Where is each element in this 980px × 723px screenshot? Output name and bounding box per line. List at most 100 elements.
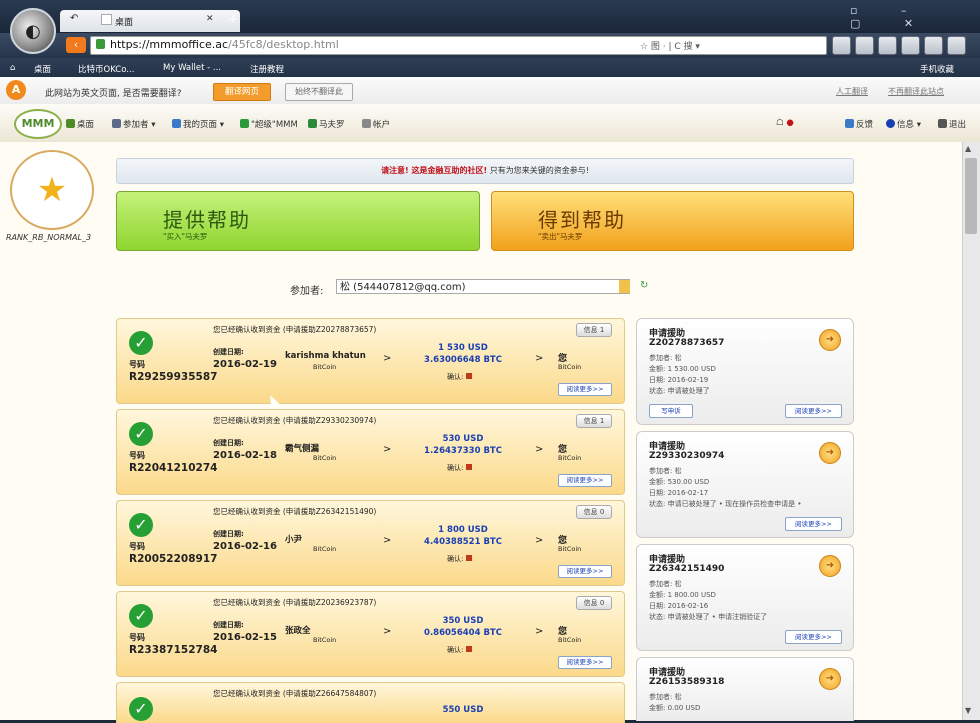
menu-item-mavro[interactable]: 马夫罗 (308, 118, 345, 130)
confirm-status: 确认: (447, 554, 473, 564)
amount-btc: 4.40388521 BTC (424, 537, 502, 547)
menu-icon (240, 119, 249, 128)
arrow-right-icon[interactable]: ➜ (819, 668, 841, 690)
menu-item-super-mmm[interactable]: "超级"MMM (240, 118, 298, 130)
sender-method: BitCoin (313, 545, 337, 553)
menu-item-account[interactable]: 帐户 (362, 118, 390, 130)
menu-item-logout[interactable]: 退出 (938, 118, 966, 130)
browser-logo-icon[interactable]: ◐ (10, 8, 56, 54)
arrow-right-icon[interactable]: ➜ (819, 442, 841, 464)
never-translate-site-link[interactable]: 不再翻译此站点 (888, 86, 944, 97)
read-more-button[interactable]: 阅读更多>> (558, 656, 612, 669)
read-more-button[interactable]: 阅读更多>> (785, 630, 842, 644)
mmm-logo[interactable]: MMM (14, 109, 62, 139)
translate-button[interactable]: 翻译网页 (213, 83, 271, 101)
amount-btc: 1.26437330 BTC (424, 446, 502, 456)
back-button[interactable]: ‹ (66, 37, 86, 53)
home-icon[interactable]: ⌂ (10, 63, 15, 73)
scroll-up-icon[interactable]: ▲ (965, 144, 971, 153)
tab-back-icon[interactable]: ↶ (70, 13, 78, 24)
window-controls[interactable]: ▫ – ▢ ✕ (850, 4, 980, 30)
arrow-right-icon: > (383, 353, 392, 364)
recipient-method: BitCoin (558, 363, 582, 371)
menu-item-info[interactable]: 信息 ▾ (886, 118, 921, 130)
notifications-icon[interactable]: ☖ ● (776, 118, 794, 128)
arrow-right-icon[interactable]: ➜ (819, 555, 841, 577)
never-translate-button[interactable]: 始终不翻译此 (285, 83, 353, 101)
read-more-button[interactable]: 阅读更多>> (558, 383, 612, 396)
notice-info-icon: A (6, 80, 26, 100)
new-tab-icon[interactable]: + (228, 12, 238, 26)
card-title: 您已经确认收到资金 (申请援助Z26647584807) (213, 689, 377, 698)
bookmark-item[interactable]: 注册教程 (250, 63, 284, 75)
scrollbar-thumb[interactable] (965, 158, 977, 234)
check-icon: ✓ (129, 422, 153, 446)
menu-item-participants[interactable]: 参加者 ▾ (112, 118, 155, 130)
menu-item-desktop[interactable]: 桌面 (66, 118, 94, 130)
url-text[interactable]: https://mmmoffice.ac/45fc8/desktop.html (110, 38, 339, 51)
write-appeal-button[interactable]: 写申诉 (649, 404, 693, 418)
request-id: Z26153589318 (649, 677, 725, 687)
read-more-button[interactable]: 阅读更多>> (558, 565, 612, 578)
notice-text: 此网站为英文页面, 是否需要翻译? (45, 89, 182, 99)
info-badge[interactable]: 信息 1 (576, 323, 612, 337)
arrow-right-icon: > (383, 626, 392, 637)
menu-item-feedback[interactable]: 反馈 (845, 118, 873, 130)
toolbar-icon[interactable] (878, 36, 897, 55)
request-participant: 参加者: 松 (649, 693, 682, 701)
bookmark-item[interactable]: 比特币OKCo... (78, 63, 134, 75)
read-more-button[interactable]: 阅读更多>> (785, 404, 842, 418)
read-more-button[interactable]: 阅读更多>> (785, 517, 842, 531)
toolbar-icon[interactable] (901, 36, 920, 55)
confirm-icon (466, 373, 473, 379)
card-title: 您已经确认收到资金 (申请援助Z20236923787) (213, 598, 377, 607)
amount-usd: 1 800 USD (438, 525, 488, 535)
bookmark-item[interactable]: 桌面 (34, 63, 51, 75)
order-date: 2016-02-19 (213, 359, 277, 370)
request-amount: 金额: 530.00 USD (649, 478, 710, 486)
request-amount: 金额: 1 800.00 USD (649, 591, 716, 599)
sender-name: 张政全 (285, 626, 311, 636)
bookmark-item[interactable]: My Wallet - ... (163, 63, 221, 73)
arrow-right-icon: > (535, 535, 544, 546)
toolbar-icon[interactable] (924, 36, 943, 55)
manual-translate-link[interactable]: 人工翻译 (836, 86, 868, 97)
bookmark-item[interactable]: 手机收藏 (920, 63, 954, 75)
community-alert: 请注意! 这是金融互助的社区! 只有为您来关键的资金参与! (116, 158, 854, 184)
read-more-button[interactable]: 阅读更多>> (558, 474, 612, 487)
info-badge[interactable]: 信息 1 (576, 414, 612, 428)
arrow-right-icon[interactable]: ➜ (819, 329, 841, 351)
address-bar-tools[interactable]: ☆ 图 · | C 搜 ▾ (640, 39, 700, 52)
order-card: ✓ 号码 R20052208917 您已经确认收到资金 (申请援助Z263421… (116, 500, 625, 586)
info-badge[interactable]: 信息 0 (576, 596, 612, 610)
request-amount: 金额: 1 530.00 USD (649, 365, 716, 373)
toolbar-icon[interactable] (832, 36, 851, 55)
order-id: R22041210274 (129, 462, 218, 474)
toolbar-icon[interactable] (855, 36, 874, 55)
amount-usd: 530 USD (442, 434, 484, 444)
browser-toolbar-icons (832, 36, 970, 58)
tab-close-icon[interactable]: ✕ (206, 14, 214, 24)
help-request-card: 申请援助 Z20278873657 ➜ 参加者: 松 金额: 1 530.00 … (636, 318, 854, 425)
info-badge[interactable]: 信息 0 (576, 505, 612, 519)
request-date: 日期: 2016-02-17 (649, 489, 709, 497)
order-id-label: 号码 (129, 542, 145, 551)
participant-select[interactable]: 松 (544407812@qq.com) (336, 279, 630, 294)
menu-item-my-page[interactable]: 我的页面 ▾ (172, 118, 224, 130)
confirm-icon (466, 464, 473, 470)
scroll-down-icon[interactable]: ▼ (965, 706, 971, 715)
provide-help-button[interactable]: 提供帮助 "买入"马夫罗 (116, 191, 480, 251)
order-id-label: 号码 (129, 360, 145, 369)
refresh-icon[interactable]: ↻ (640, 281, 650, 291)
request-status: 状态: 申请已被处理了 • 现在操作员检查申请是 • (649, 500, 802, 508)
arrow-right-icon: > (535, 444, 544, 455)
help-request-card: 申请援助 Z26153589318 ➜ 参加者: 松 金额: 0.00 USD (636, 657, 854, 721)
rank-avatar[interactable]: ★ (10, 150, 94, 230)
order-id: R29259935587 (129, 371, 218, 383)
recipient-method: BitCoin (558, 636, 582, 644)
chevron-down-icon[interactable] (619, 280, 630, 293)
toolbar-icon[interactable] (947, 36, 966, 55)
get-help-button[interactable]: 得到帮助 "卖出"马夫罗 (491, 191, 854, 251)
amount-usd: 350 USD (442, 616, 484, 626)
amount-btc: 3.63006648 BTC (424, 355, 502, 365)
